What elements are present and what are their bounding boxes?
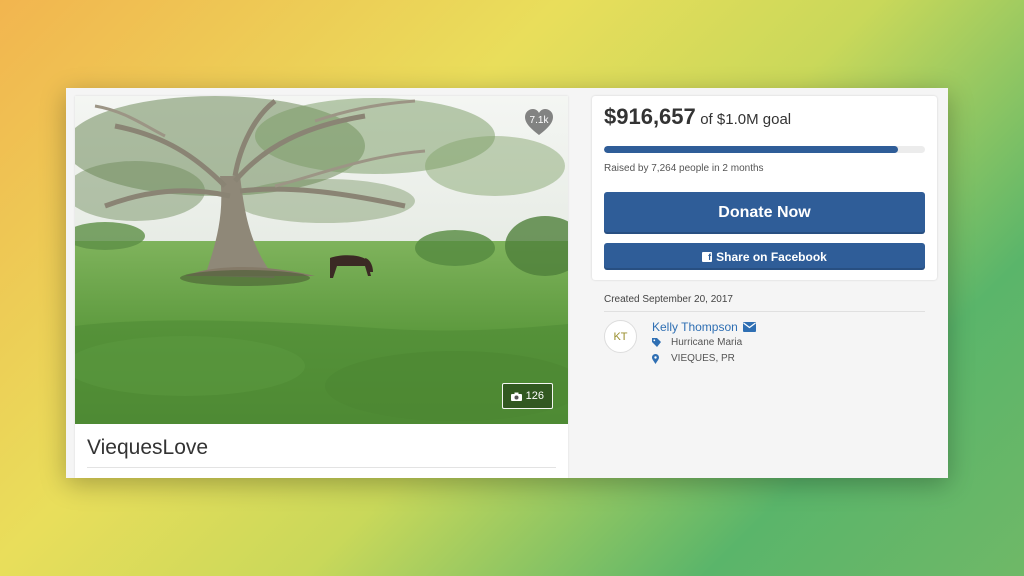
raised-amount: $916,657 [604,104,696,129]
divider [604,311,925,312]
campaign-location: VIEQUES, PR [652,353,735,364]
campaign-card: 7.1k 126 ViequesLove [75,96,568,478]
camera-icon [510,392,522,401]
campaign-category[interactable]: Hurricane Maria [652,337,742,348]
raised-summary: $916,657 of $1.0M goal [604,104,791,130]
location-label: VIEQUES, PR [671,353,735,364]
photo-count: 126 [525,390,544,402]
facebook-icon: f [702,251,713,262]
category-label[interactable]: Hurricane Maria [671,337,742,348]
favorite-heart[interactable]: 7.1k [524,108,554,136]
goal-text: of $1.0M goal [700,111,792,128]
organizer-avatar[interactable]: KT [604,320,637,353]
campaign-photo[interactable]: 7.1k 126 [75,96,568,424]
progress-bar [604,146,925,153]
campaign-photo-image [75,96,568,424]
donate-now-button[interactable]: Donate Now [604,192,925,234]
share-facebook-button[interactable]: f Share on Facebook [604,243,925,270]
photo-gallery-button[interactable]: 126 [501,383,553,409]
campaign-title: ViequesLove [87,436,209,459]
campaign-page: 7.1k 126 ViequesLove $916,657 of $1.0M g… [66,88,948,478]
raised-by-text: Raised by 7,264 people in 2 months [604,163,764,174]
envelope-icon[interactable] [742,322,756,332]
map-pin-icon [652,353,671,364]
tag-icon [652,338,671,347]
created-date: Created September 20, 2017 [604,294,733,305]
organizer-name[interactable]: Kelly Thompson [652,320,738,334]
progress-fill [604,146,899,153]
heart-count: 7.1k [529,115,549,126]
divider [87,467,556,468]
share-label: Share on Facebook [716,249,827,264]
organizer-link[interactable]: Kelly Thompson [652,320,756,334]
donation-card: $916,657 of $1.0M goal Raised by 7,264 p… [592,96,937,280]
